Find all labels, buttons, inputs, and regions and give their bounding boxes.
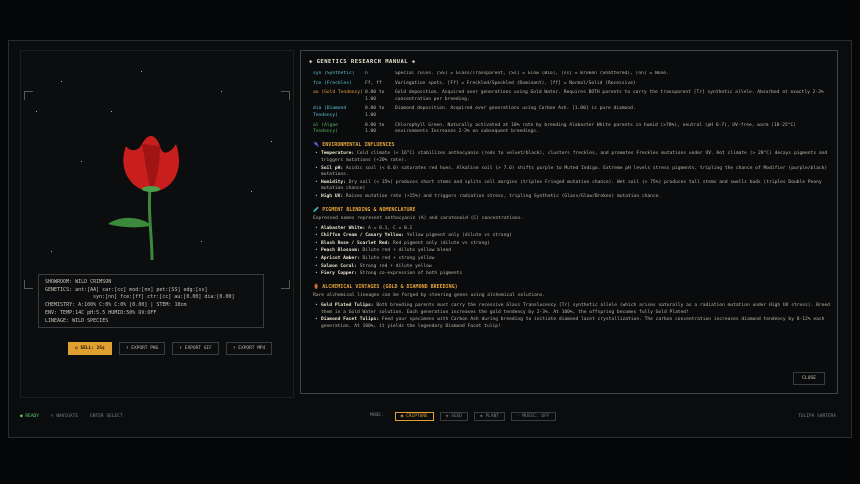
list-item: Apricot Amber: Dilute red + strong yello…	[313, 256, 831, 263]
close-button[interactable]: CLOSE	[793, 372, 825, 385]
section-intro: Expressed names represent anthocyanin (A…	[313, 216, 524, 222]
list-item: Peach Blossom: Dilute red + dilute yello…	[313, 248, 831, 255]
status-bar: ● READY ✎ NAVIGATE ENTER SELECT MODE: ◉ …	[20, 410, 836, 422]
genetics-table-row: fce (Freckles) Ff, ff Variegation spots. […	[313, 81, 831, 88]
item-text: A = 0.1, C = 0.1	[368, 225, 413, 231]
export-mp4-button[interactable]: ⬇ EXPORT MP4	[225, 342, 273, 355]
list-item: Gold Plated Tulips: Both breeding parent…	[313, 303, 831, 316]
table-cell: Variegation spots. [Ff] = Freckled/Speck…	[395, 80, 636, 86]
table-cell: dia (Diamond Tendency)	[313, 106, 347, 118]
mode-capture-tab[interactable]: ◉ CRIPTURE	[394, 411, 434, 421]
stats-line: ENV: TEMP:14C pH:5.5 HUMID:50% UV:OFF	[45, 309, 157, 316]
table-cell: 0.00 to 1.00	[365, 106, 385, 118]
section-title: 🏺 ALCHEMICAL VINTAGES (GOLD & DIAMOND BR…	[313, 283, 458, 290]
table-cell: Ff, ff	[365, 80, 382, 86]
list-item: Fiery Copper: Strong co-expression of bo…	[313, 271, 831, 278]
mode-switcher: MODE: ◉ CRIPTURE ◈ SEED ◈ PLANT ◦ MUSIC:…	[365, 411, 556, 421]
genetics-table-row: au (Gold Tendency) 0.00 to 1.00 Gold depos…	[313, 90, 831, 103]
stats-line: syn:[nn] fce:[ff] ctr:[cc] au:[0.00] dia…	[93, 294, 235, 301]
table-cell: 0.00 to 1.00	[365, 90, 385, 102]
status-ready: ● READY	[20, 413, 39, 419]
item-key: Soil pH:	[321, 165, 344, 171]
list-item: Diamond Facet Tulips: Feed your specimen…	[313, 317, 831, 330]
list-item: Soil pH: Acidic soil (< 6.0) saturates r…	[313, 166, 831, 179]
tulip-flower	[108, 135, 179, 261]
section-title: 🌂 ENVIRONMENTAL INFLUENCES	[313, 141, 395, 148]
species-label: TULIPA SHRTERA	[798, 413, 836, 419]
item-text: Strong red + dilute yellow	[359, 263, 432, 269]
item-key: Apricot Amber:	[321, 256, 360, 262]
item-text: Feed your specimens with Carbon Ash duri…	[321, 317, 825, 329]
list-item: Temperature: Cold climate (< 16°C) stabi…	[313, 151, 831, 164]
stats-line: GENETICS: ant:[AA] car:[cc] mod:[nn] pet…	[45, 286, 208, 293]
item-text: Dry soil (< 35%) produces short stems an…	[321, 179, 822, 192]
genetics-table-row: syn (Synthetic) n Special rules. [SS] = Gl…	[313, 71, 831, 78]
status-enter: ENTER SELECT	[90, 413, 123, 419]
stats-line: SHOWROOM: WILD CRIMSON	[45, 279, 112, 285]
table-cell: Chlorophyll Green. Naturally activated a…	[395, 122, 797, 135]
music-toggle[interactable]: ◦ MUSIC: OFF	[511, 411, 556, 421]
mode-plant-tab[interactable]: ◈ PLANT	[474, 411, 505, 421]
list-item: Alabaster White: A = 0.1, C = 0.1	[313, 226, 831, 233]
item-key: Peach Blossom:	[321, 248, 360, 254]
table-cell: fce (Freckles)	[313, 80, 352, 86]
action-bar: ◎ SELL: 25¢ ⬇ EXPORT PNG ⬇ EXPORT GIF ⬇ …	[68, 342, 273, 355]
item-key: Temperature:	[321, 151, 355, 157]
table-cell: Gold deposition. Acquired over generatio…	[395, 90, 824, 102]
item-key: Alabaster White:	[321, 225, 366, 231]
table-cell: au (Gold Tendency)	[313, 90, 363, 96]
sell-button[interactable]: ◎ SELL: 25¢	[68, 342, 112, 355]
table-cell: Diamond deposition. Acquired over genera…	[395, 106, 636, 112]
item-key: Fiery Copper:	[321, 271, 357, 277]
table-cell: n	[365, 71, 368, 76]
stats-line: LINEAGE: WILD SPECIES	[45, 317, 109, 324]
item-text: Yellow pigment only (dilute vs strong)	[406, 233, 512, 239]
item-key: Diamond Facet Tulips:	[321, 317, 380, 323]
list-item: Humidity: Dry soil (< 35%) produces shor…	[313, 180, 831, 193]
table-cell: syn (Synthetic)	[313, 71, 355, 76]
table-cell: Special rules. [SS] = Glass/Transparent,…	[395, 71, 669, 76]
table-cell: al (Algae Tendency)	[313, 122, 338, 135]
item-key: Gold Plated Tulips:	[321, 303, 374, 309]
item-text: Red pigment only (dilute vs strong)	[392, 240, 490, 246]
genetics-table-row: al (Algae Tendency) 0.00 to 1.00 Chlorophy…	[313, 123, 831, 136]
section-intro: Rare alchemical lineages can be forged b…	[313, 293, 546, 299]
item-text: Dilute red + dilute yellow blend	[362, 248, 452, 254]
export-gif-button[interactable]: ⬇ EXPORT GIF	[172, 342, 219, 355]
table-cell: 0.00 to 1.00	[365, 122, 385, 135]
mode-label: MODE:	[370, 412, 384, 418]
item-text: Acidic soil (< 6.0) saturates red hues. …	[321, 165, 828, 178]
section-title: 🧪 PIGMENT BLENDING & NOMENCLATURE	[313, 206, 416, 213]
item-key: Blush Rose / Scarlet Red:	[321, 240, 391, 246]
genetics-table-row: dia (Diamond Tendency) 0.00 to 1.00 Diamon…	[313, 106, 831, 119]
list-item: Salmon Coral: Strong red + dilute yellow	[313, 264, 831, 271]
list-item: High UV: Raises mutation rate (+15%) and…	[313, 194, 831, 201]
export-png-button[interactable]: ⬇ EXPORT PNG	[118, 342, 166, 355]
item-text: Both breeding parents must carry the rec…	[321, 303, 830, 315]
item-text: Cold climate (< 16°C) stabilizes anthocy…	[321, 151, 828, 163]
list-item: Blush Rose / Scarlet Red: Red pigment on…	[313, 241, 831, 248]
manual-title: ◈ GENETICS RESEARCH MANUAL ◈	[309, 59, 416, 65]
mode-seed-tab[interactable]: ◈ SEED	[439, 411, 469, 421]
item-text: Strong co-expression of both pigments	[359, 271, 463, 277]
genetics-manual-modal: ◈ GENETICS RESEARCH MANUAL ◈ syn (Synthe…	[300, 50, 838, 394]
item-key: High UV:	[321, 193, 344, 199]
item-text: Dilute red + strong yellow	[362, 256, 435, 262]
stats-line: CHEMISTRY: A:100% C:0% C:0% [0.00] | STE…	[45, 302, 187, 309]
item-text: Raises mutation rate (+15%) and triggers…	[345, 193, 662, 199]
item-key: Salmon Coral:	[321, 263, 357, 269]
item-key: Humidity:	[321, 179, 346, 185]
specimen-stats-panel: SHOWROOM: WILD CRIMSON GENETICS: ant:[AA…	[38, 274, 264, 328]
status-navigate: ✎ NAVIGATE	[50, 413, 79, 419]
item-key: Chiffon Cream / Canary Yellow:	[321, 233, 404, 239]
list-item: Chiffon Cream / Canary Yellow: Yellow pi…	[313, 233, 831, 240]
manual-body[interactable]: syn (Synthetic) n Special rules. [SS] = Gl…	[313, 71, 831, 381]
